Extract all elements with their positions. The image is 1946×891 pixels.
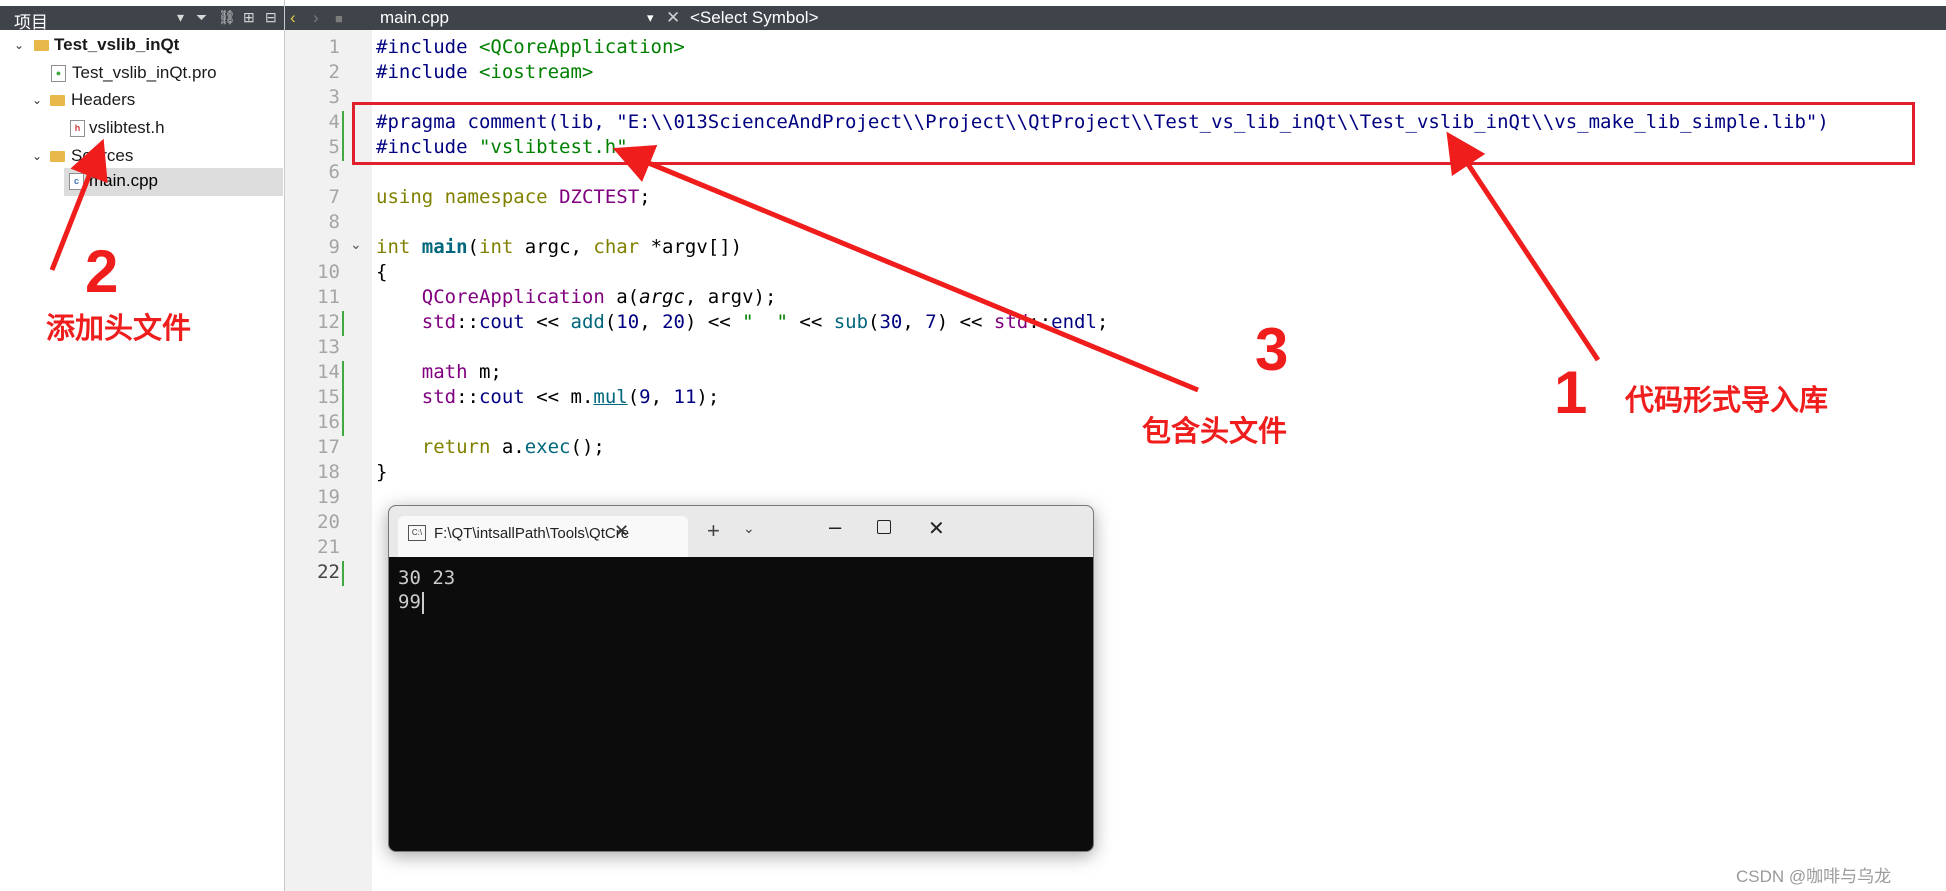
annotation-label-1: 代码形式导入库 <box>1625 383 1829 417</box>
annotation-number-1: 1 <box>1554 359 1588 426</box>
annotation-label-3: 包含头文件 <box>1142 414 1288 448</box>
arrow-1 <box>1446 131 1601 362</box>
annotation-number-2: 2 <box>85 238 119 305</box>
annotation-label-2: 添加头文件 <box>46 311 192 345</box>
arrow-3 <box>612 144 1199 393</box>
annotation-number-3: 3 <box>1255 316 1289 383</box>
annotation-arrows <box>49 131 1601 393</box>
watermark: CSDN @咖啡与乌龙 <box>1736 867 1892 886</box>
